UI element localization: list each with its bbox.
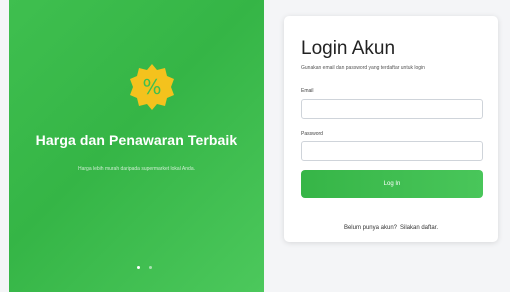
badge-symbol: %: [142, 75, 161, 99]
login-button[interactable]: Log In: [301, 170, 483, 198]
register-link[interactable]: Silakan daftar.: [400, 225, 438, 231]
carousel-dots: [137, 266, 152, 269]
email-label: Email: [301, 88, 314, 94]
promo-panel: % Harga dan Penawaran Terbaik Harga lebi…: [9, 0, 264, 292]
discount-badge-icon: %: [130, 64, 174, 110]
password-field[interactable]: [301, 141, 483, 161]
password-label: Password: [301, 131, 323, 137]
register-prompt-row: Belum punya akun? Silakan daftar.: [284, 225, 498, 231]
login-subtitle: Gunakan email dan password yang terdafta…: [301, 65, 425, 71]
register-prompt: Belum punya akun?: [343, 225, 397, 231]
login-card: Login Akun Gunakan email dan password ya…: [284, 16, 498, 242]
carousel-dot-1[interactable]: [137, 266, 140, 269]
carousel-dot-2[interactable]: [149, 266, 152, 269]
promo-subtitle: Harga lebih murah daripada supermarket l…: [77, 166, 195, 172]
login-title: Login Akun: [301, 38, 396, 59]
promo-title: Harga dan Penawaran Terbaik: [35, 132, 238, 148]
email-field[interactable]: [301, 99, 483, 119]
login-page: % Harga dan Penawaran Terbaik Harga lebi…: [0, 0, 510, 292]
